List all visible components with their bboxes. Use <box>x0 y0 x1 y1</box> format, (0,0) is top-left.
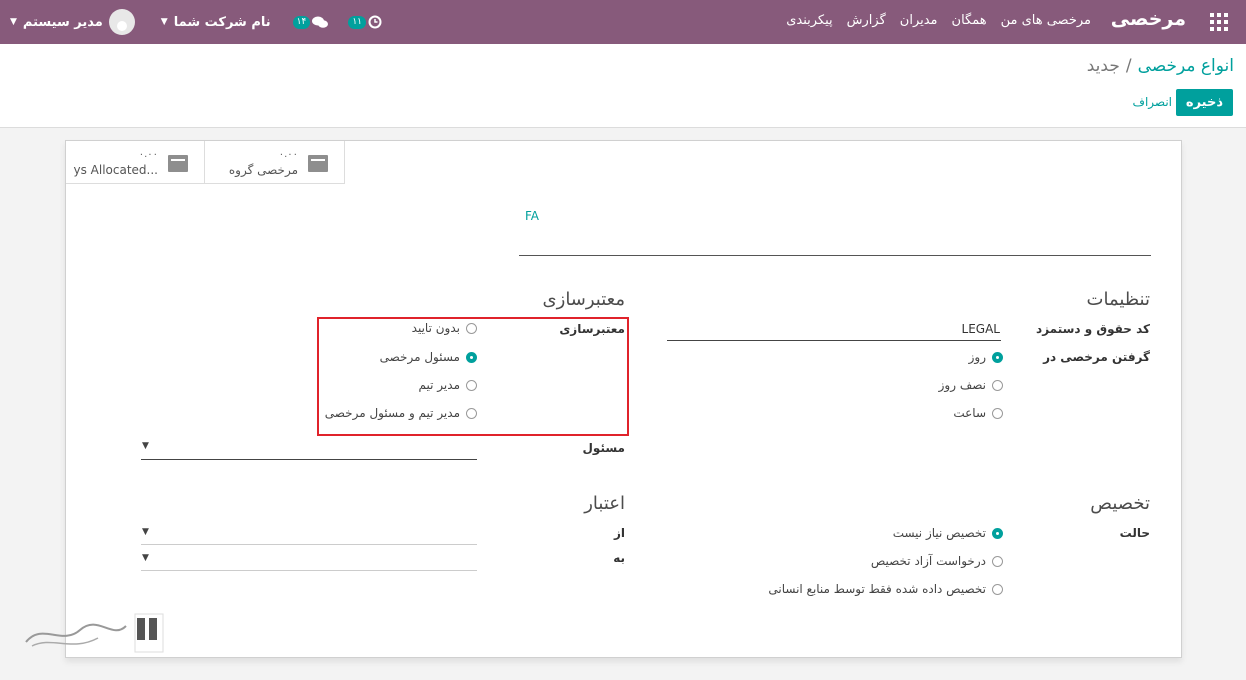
payroll-code-label: کد حقوق و دستمزد <box>1036 322 1150 336</box>
radio-unchecked-icon <box>992 555 1003 567</box>
responsible-label: مسئول <box>582 441 625 455</box>
messages-button[interactable]: ۱۴ <box>292 15 329 29</box>
breadcrumb-separator: / <box>1125 56 1132 76</box>
activity-count-badge: ۱۱ <box>348 15 366 29</box>
stat-label: ys Allocated... <box>73 163 159 177</box>
name-input-underline <box>519 255 1151 256</box>
responsible-dropdown-caret-icon[interactable]: ▼ <box>142 441 149 451</box>
to-date-caret-icon[interactable]: ▼ <box>142 553 149 563</box>
radio-label: تخصیص داده شده فقط توسط منابع انسانی <box>768 582 986 596</box>
group-leaves-button[interactable]: ۰.۰۰ مرخصی گروه <box>205 141 345 184</box>
radio-label: درخواست آزاد تخصیص <box>870 554 986 568</box>
form-sheet: ۰.۰۰ ys Allocated... ۰.۰۰ مرخصی گروه FA … <box>65 140 1182 658</box>
menu-managers[interactable]: مدیران <box>900 13 938 28</box>
radio-checked-icon <box>992 351 1003 363</box>
radio-checked-icon <box>992 527 1003 539</box>
top-navbar: مرخصی مرخصی های من همگان مدیران گزارش پی… <box>0 0 1246 44</box>
days-allocated-button[interactable]: ۰.۰۰ ys Allocated... <box>66 141 205 184</box>
app-brand[interactable]: مرخصی <box>1111 8 1186 30</box>
stat-value: ۰.۰۰ <box>138 149 158 160</box>
breadcrumb-current: جدید <box>1086 56 1120 76</box>
payroll-code-underline <box>667 340 1001 341</box>
menu-configuration[interactable]: پیکربندی <box>786 13 832 28</box>
name-input[interactable]: FA <box>525 209 539 223</box>
validation-group-title: معتبرسازی <box>542 289 625 310</box>
message-count-badge: ۱۴ <box>292 15 311 29</box>
from-date-input[interactable] <box>141 544 477 545</box>
save-button[interactable]: ذخیره <box>1175 89 1233 116</box>
radio-label: نصف روز <box>938 378 986 392</box>
radio-unchecked-icon <box>992 583 1003 595</box>
discard-button[interactable]: انصراف <box>1133 95 1172 109</box>
control-panel: انواع مرخصی / جدید ذخیره انصراف <box>0 44 1246 128</box>
validity-group-title: اعتبار <box>584 493 625 514</box>
allocation-group-title: تخصیص <box>1090 493 1150 514</box>
allocation-radio-no[interactable]: تخصیص نیاز نیست <box>893 526 1003 540</box>
payroll-code-input[interactable]: LEGAL <box>962 322 1000 336</box>
clock-icon <box>368 15 382 29</box>
stat-value: ۰.۰۰ <box>278 149 298 160</box>
chat-icon <box>312 16 329 28</box>
validity-to-label: به <box>613 551 625 565</box>
company-switcher[interactable]: نام شرکت شما <box>174 15 271 30</box>
smart-button-box: ۰.۰۰ ys Allocated... ۰.۰۰ مرخصی گروه <box>66 141 345 184</box>
avatar[interactable] <box>108 9 135 35</box>
take-radio-hours[interactable]: ساعت <box>953 406 1003 420</box>
archive-icon <box>308 155 328 172</box>
archive-icon <box>168 155 188 172</box>
responsible-select[interactable] <box>141 459 477 460</box>
take-radio-day[interactable]: روز <box>969 350 1003 364</box>
apps-menu-icon[interactable] <box>1210 13 1228 31</box>
user-name[interactable]: مدیر سیستم <box>23 15 103 30</box>
from-date-caret-icon[interactable]: ▼ <box>142 527 149 537</box>
radio-unchecked-icon <box>992 407 1003 419</box>
user-caret-icon[interactable]: ▼ <box>10 17 17 27</box>
breadcrumb-parent[interactable]: انواع مرخصی <box>1138 56 1234 76</box>
take-radio-half-day[interactable]: نصف روز <box>939 378 1003 392</box>
stat-label: مرخصی گروه <box>228 163 298 177</box>
watermark-logo <box>25 613 164 653</box>
radio-label: روز <box>968 350 986 364</box>
allocation-radio-hr-only[interactable]: تخصیص داده شده فقط توسط منابع انسانی <box>768 582 1003 596</box>
allocation-mode-label: حالت <box>1119 526 1150 540</box>
menu-everyone[interactable]: همگان <box>952 13 987 28</box>
highlight-box <box>317 317 629 436</box>
radio-unchecked-icon <box>992 379 1003 391</box>
allocation-radio-free[interactable]: درخواست آزاد تخصیص <box>871 554 1003 568</box>
company-caret-icon[interactable]: ▼ <box>161 17 168 27</box>
take-leave-in-label: گرفتن مرخصی در <box>1043 350 1150 364</box>
radio-label: ساعت <box>953 406 986 420</box>
settings-group-title: تنظیمات <box>1086 289 1150 310</box>
menu-my-leaves[interactable]: مرخصی های من <box>1001 13 1091 28</box>
systray: ▼ مدیر سیستم ▼ نام شرکت شما ۱۴ ۱۱ <box>10 8 382 36</box>
to-date-input[interactable] <box>141 570 477 571</box>
activities-button[interactable]: ۱۱ <box>348 15 382 29</box>
validity-from-label: از <box>613 526 625 540</box>
radio-label: تخصیص نیاز نیست <box>892 526 986 540</box>
breadcrumb: انواع مرخصی / جدید <box>1087 56 1234 76</box>
menu-reporting[interactable]: گزارش <box>847 13 886 28</box>
main-menu: مرخصی های من همگان مدیران گزارش پیکربندی <box>786 13 1091 28</box>
